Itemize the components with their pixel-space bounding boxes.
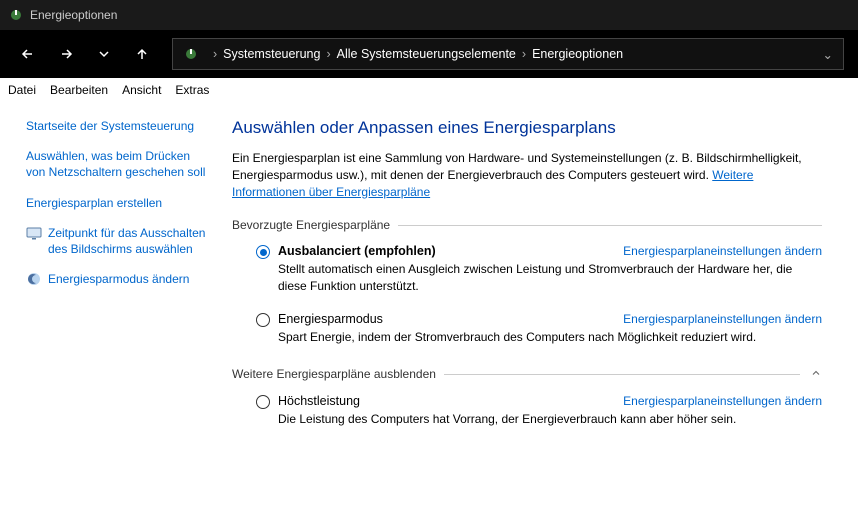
moon-icon [26, 271, 42, 287]
menu-edit[interactable]: Bearbeiten [50, 83, 108, 97]
menu-bar: Datei Bearbeiten Ansicht Extras [0, 78, 858, 102]
sidebar-item-label: Energiesparmodus ändern [48, 271, 189, 287]
radio-energy-saver[interactable] [256, 313, 270, 327]
window-titlebar: Energieoptionen [0, 0, 858, 30]
address-bar[interactable]: › Systemsteuerung › Alle Systemsteuerung… [172, 38, 844, 70]
power-options-icon [183, 46, 199, 62]
breadcrumb-item[interactable]: Energieoptionen [532, 47, 623, 61]
content-area: Startseite der Systemsteuerung Auswählen… [0, 102, 858, 441]
plan-name-label[interactable]: Energiesparmodus [278, 312, 383, 326]
main-panel: Auswählen oder Anpassen eines Energiespa… [220, 112, 850, 441]
chevron-right-icon[interactable]: › [522, 47, 526, 61]
chevron-right-icon[interactable]: › [213, 47, 217, 61]
power-options-icon [8, 7, 24, 23]
sidebar-change-sleep-mode[interactable]: Energiesparmodus ändern [26, 271, 212, 287]
sidebar-item-label: Zeitpunkt für das Ausschalten des Bildsc… [48, 225, 212, 257]
sidebar-create-plan[interactable]: Energiesparplan erstellen [26, 195, 212, 211]
additional-plans-group: Weitere Energiesparpläne ausblenden Höch… [232, 367, 822, 431]
plan-high-performance: Höchstleistung Energiesparplaneinstellun… [232, 390, 822, 431]
recent-dropdown[interactable] [90, 40, 118, 68]
window-title: Energieoptionen [30, 8, 117, 22]
page-title: Auswählen oder Anpassen eines Energiespa… [232, 118, 822, 138]
plan-name-label[interactable]: Ausbalanciert (empfohlen) [278, 244, 436, 258]
change-plan-settings-link[interactable]: Energiesparplaneinstellungen ändern [623, 394, 822, 408]
chevron-right-icon[interactable]: › [326, 47, 330, 61]
plan-description: Stellt automatisch einen Ausgleich zwisc… [278, 261, 822, 293]
plan-body: Höchstleistung Energiesparplaneinstellun… [278, 394, 822, 427]
plan-head: Höchstleistung Energiesparplaneinstellun… [278, 394, 822, 408]
group-header-preferred: Bevorzugte Energiesparpläne [232, 218, 822, 232]
plan-description: Die Leistung des Computers hat Vorrang, … [278, 411, 822, 427]
divider [398, 225, 822, 226]
collapse-toggle[interactable] [810, 367, 822, 382]
breadcrumb-item[interactable]: Alle Systemsteuerungselemente [337, 47, 516, 61]
menu-extras[interactable]: Extras [175, 83, 209, 97]
group-header-additional: Weitere Energiesparpläne ausblenden [232, 367, 822, 382]
plan-balanced: Ausbalanciert (empfohlen) Energiesparpla… [232, 240, 822, 297]
plan-head: Ausbalanciert (empfohlen) Energiesparpla… [278, 244, 822, 258]
group-label: Weitere Energiesparpläne ausblenden [232, 367, 436, 381]
back-button[interactable] [14, 40, 42, 68]
preferred-plans-group: Bevorzugte Energiesparpläne Ausbalancier… [232, 218, 822, 349]
plan-body: Energiesparmodus Energiesparplaneinstell… [278, 312, 822, 345]
change-plan-settings-link[interactable]: Energiesparplaneinstellungen ändern [623, 312, 822, 326]
radio-high-performance[interactable] [256, 395, 270, 409]
sidebar-display-off-timing[interactable]: Zeitpunkt für das Ausschalten des Bildsc… [26, 225, 212, 257]
chevron-down-icon[interactable]: ⌄ [823, 47, 833, 62]
radio-balanced[interactable] [256, 245, 270, 259]
page-description: Ein Energiesparplan ist eine Sammlung vo… [232, 150, 822, 200]
sidebar: Startseite der Systemsteuerung Auswählen… [8, 112, 220, 441]
forward-button[interactable] [52, 40, 80, 68]
plan-body: Ausbalanciert (empfohlen) Energiesparpla… [278, 244, 822, 293]
menu-view[interactable]: Ansicht [122, 83, 161, 97]
plan-head: Energiesparmodus Energiesparplaneinstell… [278, 312, 822, 326]
divider [444, 374, 800, 375]
group-label: Bevorzugte Energiesparpläne [232, 218, 390, 232]
plan-description: Spart Energie, indem der Stromverbrauch … [278, 329, 822, 345]
navigation-bar: › Systemsteuerung › Alle Systemsteuerung… [0, 30, 858, 78]
sidebar-control-panel-home[interactable]: Startseite der Systemsteuerung [26, 118, 212, 134]
plan-name-label[interactable]: Höchstleistung [278, 394, 360, 408]
change-plan-settings-link[interactable]: Energiesparplaneinstellungen ändern [623, 244, 822, 258]
breadcrumb-item[interactable]: Systemsteuerung [223, 47, 320, 61]
plan-energy-saver: Energiesparmodus Energiesparplaneinstell… [232, 308, 822, 349]
sidebar-power-button-action[interactable]: Auswählen, was beim Drücken von Netzscha… [26, 148, 212, 180]
menu-file[interactable]: Datei [8, 83, 36, 97]
monitor-icon [26, 225, 42, 241]
up-button[interactable] [128, 40, 156, 68]
